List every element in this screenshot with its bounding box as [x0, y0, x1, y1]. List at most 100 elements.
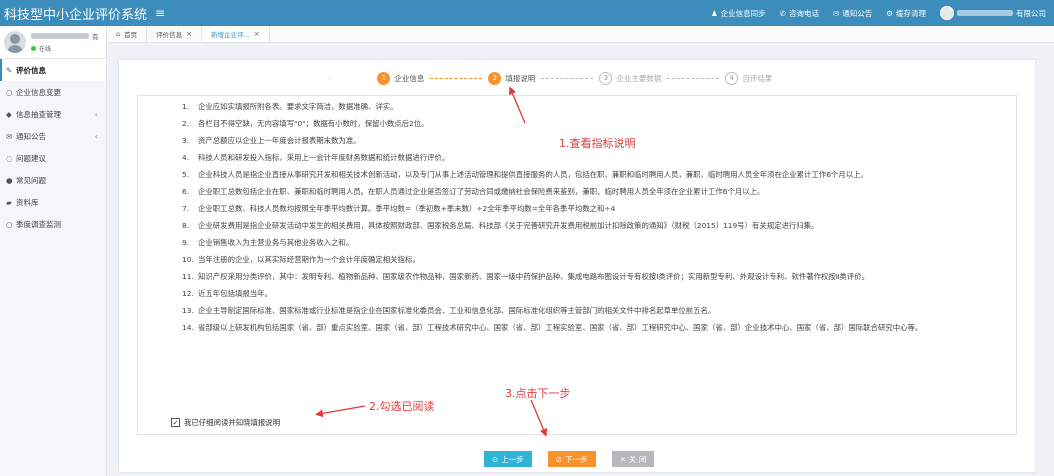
chat-icon: ◌	[6, 153, 13, 163]
list-item: 13. 企业主导制定国际标准、国家标准或行业标准是指企业在国家标准化委员会、工业和…	[182, 305, 1016, 316]
phone-icon: ✆	[779, 8, 786, 18]
item-text: 知识产权采用分类评价，其中：发明专利、植物新品种、国家级农作物品种、国家新药、国…	[198, 272, 869, 281]
step-label: 企业主要数据	[616, 73, 662, 83]
step-number: 4	[725, 71, 739, 85]
nav-user-company[interactable]: 有限公司	[940, 6, 1046, 20]
step-connector	[430, 77, 483, 79]
list-item: 11. 知识产权采用分类评价，其中：发明专利、植物新品种、国家级农作物品种、国家新…	[182, 271, 1016, 282]
item-number: 10.	[182, 255, 194, 264]
annotation-check-read: 2.勾选已阅读	[369, 400, 435, 413]
tab-label: 首页	[124, 31, 138, 39]
content-card: · 1 企业信息 2 填报说明 3 企业主要数据 4 自评结果 1. 企业应如实填…	[118, 59, 1036, 473]
company-suffix: 有限公司	[1016, 8, 1046, 18]
user-status: 在线	[31, 44, 99, 53]
item-number: 8.	[182, 221, 190, 230]
tab-label: 评价信息	[156, 31, 183, 39]
item-number: 2.	[182, 119, 190, 128]
user-status-label: 在线	[39, 46, 52, 53]
nav-cache-label: 缓存清理	[896, 8, 926, 18]
nav-hotline-label: 咨询电话	[788, 8, 819, 18]
list-item: 5. 企业科技人员是指企业直接从事研究开发和相关技术创新活动，以及专门从事上述活动…	[182, 169, 1016, 180]
user-name-redacted	[31, 33, 89, 39]
next-step-button[interactable]: ⊘ 下一步	[547, 451, 596, 467]
circle-icon: ○	[6, 219, 13, 229]
item-text: 企业职工总数、科技人员数均按照全年季平均数计算。季平均数=（季初数+季末数）÷2…	[198, 204, 616, 213]
sidebar-item-suggestions[interactable]: ◌ 问题建议	[0, 147, 106, 169]
sidebar-item-label: 企业信息变更	[16, 87, 61, 97]
step-connector	[541, 77, 594, 79]
item-number: 14.	[182, 323, 194, 332]
nav-hotline[interactable]: ✆ 咨询电话	[780, 8, 819, 19]
item-text: 各栏目不得空缺，无内容填写"0"；数据有小数时，保留小数点后2位。	[198, 119, 429, 128]
sidebar-item-faq[interactable]: ● 常见问题	[0, 169, 106, 191]
person-icon: ♟	[710, 8, 718, 18]
step-number: 3	[599, 71, 613, 85]
list-item: 6. 企业职工总数包括企业在职、兼职和临时聘用人员。在职人员通过企业是否签订了劳动…	[182, 186, 1016, 197]
sidebar-item-notices[interactable]: ✉ 通知公告 ‹	[0, 125, 106, 147]
agree-label: 我已仔细阅读并知晓填报说明	[184, 418, 281, 427]
top-bar: 科技型中小企业评价系统 ≡ ♟ 企业信息同步 ✆ 咨询电话 ✉ 通知公告 ⚙ 缓…	[0, 0, 1054, 26]
sidebar-item-quarterly-survey[interactable]: ○ 季度调查监测	[0, 213, 106, 235]
item-text: 企业研发费用是指企业研发活动中发生的相关费用，具体按照财政部、国家税务总局、科技…	[198, 221, 819, 230]
item-number: 5.	[182, 170, 190, 179]
sidebar-item-evaluation[interactable]: ✎ 评价信息	[0, 59, 106, 81]
list-item: 8. 企业研发费用是指企业研发活动中发生的相关费用，具体按照财政部、国家税务总局、…	[182, 220, 1016, 231]
item-text: 省部级以上研发机构包括国家（省、部）重点实验室、国家（省、部）工程技术研究中心、…	[198, 323, 923, 332]
close-icon[interactable]: ×	[186, 30, 192, 38]
nav-notices[interactable]: ✉ 通知公告	[833, 8, 872, 19]
item-number: 12.	[182, 289, 194, 298]
step-instructions: 2 填报说明	[488, 71, 535, 85]
sidebar-item-label: 常见问题	[16, 175, 46, 185]
item-text: 企业应如实填报所附各表。要求文字简洁，数据准确、详实。	[198, 102, 398, 111]
sidebar-item-info-change[interactable]: ○ 企业信息变更	[0, 81, 106, 103]
tab-new-evaluation[interactable]: 新增企业评... ×	[202, 26, 270, 42]
item-number: 4.	[182, 153, 190, 162]
sidebar-item-label: 季度调查监测	[16, 219, 61, 229]
list-item: 4. 科技人员和研发投入指标，采用上一会计年度财务数据和统计数据进行评价。	[182, 152, 1016, 163]
list-item: 9. 企业销售收入为主营业务与其他业务收入之和。	[182, 237, 1016, 248]
tab-evaluation[interactable]: 评价信息 ×	[147, 26, 203, 42]
chevron-left-icon: ‹	[94, 109, 98, 119]
tag-icon: ◆	[6, 109, 12, 119]
menu-toggle-icon[interactable]: ≡	[155, 6, 165, 20]
user-name-suffix: 有	[92, 33, 99, 41]
button-label: 下一步	[565, 454, 588, 464]
step-label: 自评结果	[742, 73, 773, 83]
next-circle-icon: ⊘	[555, 454, 563, 464]
app-title: 科技型中小企业评价系统	[4, 7, 148, 23]
close-icon[interactable]: ×	[254, 30, 260, 38]
step-main-data: 3 企业主要数据	[599, 71, 662, 85]
nav-clear-cache[interactable]: ⚙ 缓存清理	[886, 8, 926, 19]
sidebar-item-label: 信息抽查管理	[16, 109, 61, 119]
sidebar-item-library[interactable]: ▰ 资料库	[0, 191, 106, 213]
item-number: 11.	[182, 272, 194, 281]
item-text: 企业主导制定国际标准、国家标准或行业标准是指企业在国家标准化委员会、工业和信息化…	[198, 306, 716, 315]
list-item: 14. 省部级以上研发机构包括国家（省、部）重点实验室、国家（省、部）工程技术研究…	[182, 322, 1016, 333]
nav-notices-label: 通知公告	[842, 8, 873, 18]
item-text: 科技人员和研发投入指标，采用上一会计年度财务数据和统计数据进行评价。	[198, 153, 450, 162]
sidebar-item-label: 问题建议	[16, 153, 46, 163]
main-content: · 1 企业信息 2 填报说明 3 企业主要数据 4 自评结果 1. 企业应如实填…	[107, 43, 1054, 476]
edit-icon: ✎	[6, 65, 13, 75]
close-button[interactable]: ✕ 关 闭	[611, 451, 655, 467]
item-number: 9.	[182, 238, 190, 247]
close-icon: ✕	[619, 454, 626, 464]
button-label: 上一步	[501, 454, 524, 464]
previous-step-button[interactable]: ⊙ 上一步	[484, 451, 532, 467]
step-number: 1	[377, 71, 391, 85]
tab-home[interactable]: ⌂ 首页	[107, 26, 148, 42]
envelope-icon: ✉	[832, 8, 840, 18]
tab-label: 新增企业评...	[211, 31, 250, 39]
tab-bar: ⌂ 首页 评价信息 × 新增企业评... ×	[107, 26, 1054, 43]
agree-row: ✓ 我已仔细阅读并知晓填报说明	[171, 417, 280, 428]
steps-lead-dot: ·	[329, 73, 332, 83]
agree-checkbox[interactable]: ✓	[171, 418, 180, 427]
item-number: 1.	[182, 102, 190, 111]
sidebar-item-spot-check[interactable]: ◆ 信息抽查管理 ‹	[0, 103, 106, 125]
step-connector	[667, 77, 720, 79]
sidebar-item-label: 评价信息	[16, 65, 46, 75]
nav-sync-company[interactable]: ♟ 企业信息同步	[711, 8, 766, 19]
annotation-view-instructions: 1.查看指标说明	[559, 137, 636, 150]
prev-circle-icon: ⊙	[492, 454, 499, 464]
user-panel: 有 在线	[0, 26, 106, 59]
